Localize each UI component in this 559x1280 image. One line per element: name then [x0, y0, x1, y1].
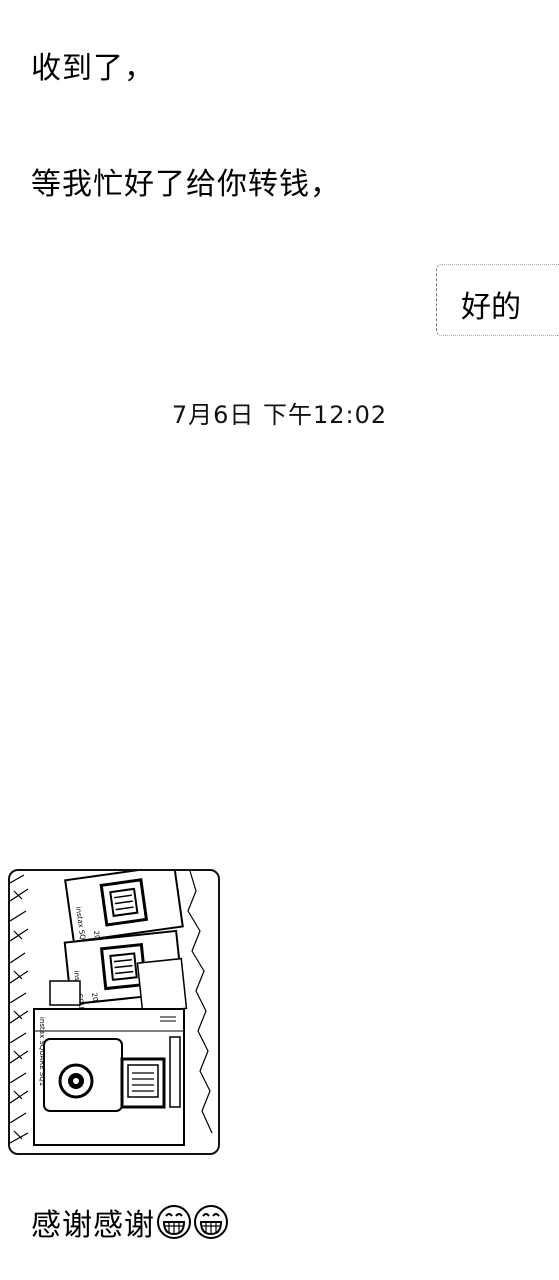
message-text: 等我忙好了给你转钱， [31, 167, 341, 202]
count-mark: 20 [92, 930, 101, 940]
message-text: 收到了， [31, 51, 155, 86]
incoming-message[interactable]: 等我忙好了给你转钱， [31, 167, 341, 203]
camera-box [33, 1008, 185, 1146]
message-timestamp: 7月6日 下午12:02 [171, 401, 388, 429]
count-mark: 20 [90, 992, 99, 1002]
grinning-face-icon [156, 1204, 192, 1240]
incoming-message[interactable]: 感谢感谢 [31, 1204, 229, 1244]
message-text: 好的 [461, 290, 521, 325]
outgoing-message-bubble[interactable]: 好的 [436, 264, 559, 336]
photo-image: instax SQUARE instax SQUARE SQ1 20 20 [10, 871, 213, 1146]
photo-message[interactable]: instax SQUARE instax SQUARE SQ1 20 20 [8, 869, 220, 1155]
grinning-face-icon [193, 1204, 229, 1240]
incoming-message[interactable]: 收到了， [31, 51, 155, 87]
message-text: 感谢感谢 [31, 1208, 155, 1243]
box-label: instax SQUARE SQ1 [38, 1017, 46, 1086]
